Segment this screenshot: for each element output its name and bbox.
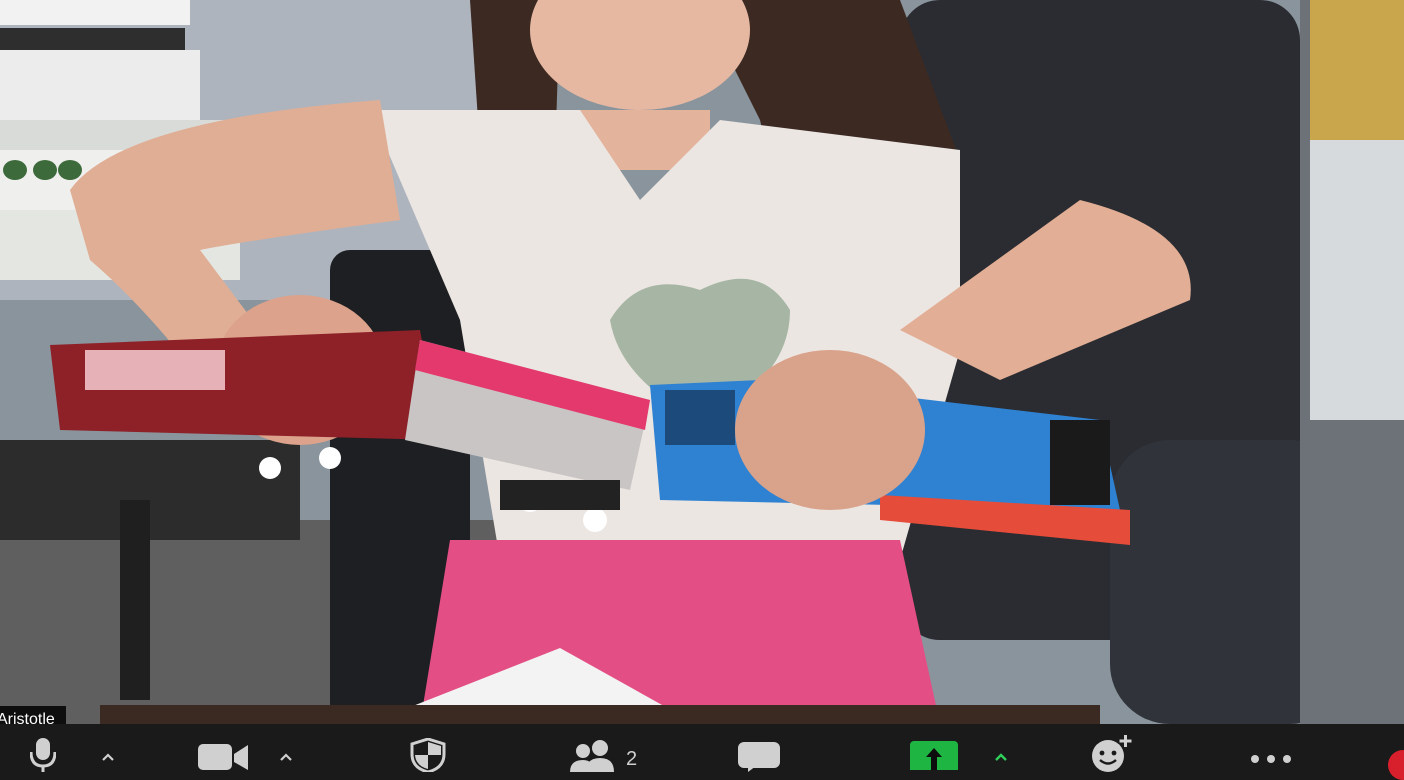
participant-name-label: Aristotle xyxy=(0,711,55,724)
chevron-up-icon xyxy=(102,753,114,761)
stop-video-button[interactable] xyxy=(190,724,252,770)
share-options-caret[interactable] xyxy=(990,724,1014,770)
more-button[interactable] xyxy=(1240,724,1300,770)
audio-options-caret[interactable] xyxy=(98,724,120,770)
share-screen-button[interactable] xyxy=(904,724,964,770)
participants-count: 2 xyxy=(626,748,638,770)
share-up-arrow-icon xyxy=(926,748,942,770)
reactions-button[interactable] xyxy=(1082,724,1138,772)
add-reaction-icon xyxy=(1092,735,1132,772)
video-options-caret[interactable] xyxy=(276,724,298,770)
video-camera-icon xyxy=(198,744,248,770)
chevron-up-icon xyxy=(995,753,1007,761)
meeting-toolbar: 2 xyxy=(0,724,1404,772)
participant-name-tag: Aristotle xyxy=(0,706,66,724)
more-dots-icon xyxy=(1251,755,1291,763)
security-button[interactable] xyxy=(402,724,454,772)
shield-icon xyxy=(410,738,446,772)
mute-button[interactable] xyxy=(20,724,70,772)
chat-button[interactable] xyxy=(734,724,788,772)
microphone-icon xyxy=(30,738,56,772)
participants-icon xyxy=(570,740,614,772)
video-feed: Aristotle xyxy=(0,0,1404,724)
participants-button[interactable]: 2 xyxy=(562,724,652,772)
video-frame xyxy=(0,0,1404,724)
chat-bubble-icon xyxy=(738,742,780,772)
chevron-up-icon xyxy=(280,753,292,761)
